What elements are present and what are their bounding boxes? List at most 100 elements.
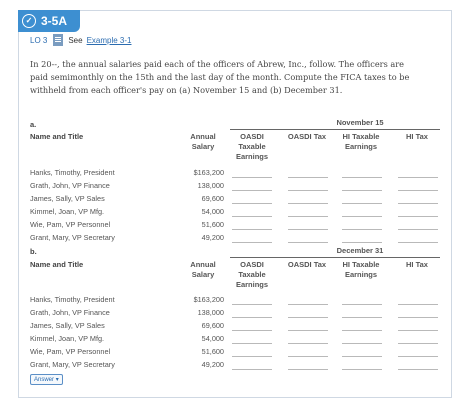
oasdi-tax-input[interactable] bbox=[288, 190, 328, 191]
problem-id: 3-5A bbox=[41, 14, 68, 28]
answer-button[interactable]: Answer ▾ bbox=[30, 374, 63, 385]
part-b-col-hi-earnings: HI Taxable Earnings bbox=[342, 260, 380, 279]
annual-salary: 69,600 bbox=[201, 194, 224, 203]
hi-tax-input[interactable] bbox=[398, 177, 438, 178]
lo-label: LO 3 bbox=[30, 35, 48, 45]
part-a-annual-header: Annual Salary bbox=[190, 132, 216, 151]
oasdi-tax-input[interactable] bbox=[288, 242, 328, 243]
hi-earnings-input[interactable] bbox=[342, 343, 382, 344]
part-b-date-rule bbox=[230, 257, 440, 258]
document-icon bbox=[53, 34, 64, 46]
hi-earnings-input[interactable] bbox=[342, 317, 382, 318]
oasdi-earnings-input[interactable] bbox=[232, 343, 272, 344]
problem-intro: In 20--, the annual salaries paid each o… bbox=[30, 59, 410, 95]
annual-salary: 51,600 bbox=[201, 347, 224, 356]
annual-salary: 49,200 bbox=[201, 360, 224, 369]
part-a-col-oasdi-tax: OASDI Tax bbox=[287, 132, 327, 141]
annual-salary: 138,000 bbox=[197, 181, 224, 190]
oasdi-earnings-input[interactable] bbox=[232, 203, 272, 204]
officer-name: Kimmel, Joan, VP Mfg. bbox=[30, 334, 105, 343]
part-b-label: b. bbox=[30, 247, 37, 256]
hi-tax-input[interactable] bbox=[398, 229, 438, 230]
oasdi-tax-input[interactable] bbox=[288, 343, 328, 344]
officer-name: Hanks, Timothy, President bbox=[30, 168, 115, 177]
officer-name: James, Sally, VP Sales bbox=[30, 194, 105, 203]
part-a-date: November 15 bbox=[336, 118, 384, 127]
hi-earnings-input[interactable] bbox=[342, 356, 382, 357]
oasdi-tax-input[interactable] bbox=[288, 330, 328, 331]
annual-salary: $163,200 bbox=[193, 295, 224, 304]
part-a-name-header: Name and Title bbox=[30, 132, 84, 141]
part-a-col-hi-earnings: HI Taxable Earnings bbox=[342, 132, 380, 151]
officer-name: Grath, John, VP Finance bbox=[30, 181, 110, 190]
officer-name: Wie, Pam, VP Personnel bbox=[30, 220, 111, 229]
oasdi-earnings-input[interactable] bbox=[232, 317, 272, 318]
hi-tax-input[interactable] bbox=[398, 190, 438, 191]
hi-tax-input[interactable] bbox=[398, 216, 438, 217]
oasdi-earnings-input[interactable] bbox=[232, 229, 272, 230]
oasdi-tax-input[interactable] bbox=[288, 229, 328, 230]
oasdi-tax-input[interactable] bbox=[288, 177, 328, 178]
chevron-down-icon: ▾ bbox=[55, 377, 59, 383]
annual-salary: 138,000 bbox=[197, 308, 224, 317]
oasdi-tax-input[interactable] bbox=[288, 203, 328, 204]
part-b-date: December 31 bbox=[336, 246, 384, 255]
hi-earnings-input[interactable] bbox=[342, 369, 382, 370]
problem-badge: ✓ 3-5A bbox=[18, 10, 80, 32]
oasdi-earnings-input[interactable] bbox=[232, 356, 272, 357]
annual-salary: 51,600 bbox=[201, 220, 224, 229]
answer-label: Answer bbox=[34, 377, 55, 383]
annual-salary: 49,200 bbox=[201, 233, 224, 242]
oasdi-earnings-input[interactable] bbox=[232, 369, 272, 370]
officer-name: James, Sally, VP Sales bbox=[30, 321, 105, 330]
officer-name: Grant, Mary, VP Secretary bbox=[30, 360, 115, 369]
hi-tax-input[interactable] bbox=[398, 304, 438, 305]
oasdi-earnings-input[interactable] bbox=[232, 304, 272, 305]
hi-earnings-input[interactable] bbox=[342, 229, 382, 230]
hi-tax-input[interactable] bbox=[398, 330, 438, 331]
hi-earnings-input[interactable] bbox=[342, 330, 382, 331]
annual-salary: $163,200 bbox=[193, 168, 224, 177]
hi-tax-input[interactable] bbox=[398, 343, 438, 344]
example-link[interactable]: Example 3-1 bbox=[87, 36, 132, 45]
part-b-col-oasdi-earnings: OASDI Taxable Earnings bbox=[235, 260, 269, 289]
annual-salary: 69,600 bbox=[201, 321, 224, 330]
officer-name: Grant, Mary, VP Secretary bbox=[30, 233, 115, 242]
oasdi-earnings-input[interactable] bbox=[232, 242, 272, 243]
officer-name: Grath, John, VP Finance bbox=[30, 308, 110, 317]
annual-salary: 54,000 bbox=[201, 334, 224, 343]
hi-earnings-input[interactable] bbox=[342, 203, 382, 204]
part-b-annual-header: Annual Salary bbox=[190, 260, 216, 279]
hi-earnings-input[interactable] bbox=[342, 242, 382, 243]
hi-earnings-input[interactable] bbox=[342, 190, 382, 191]
part-b-col-hi-tax: HI Tax bbox=[406, 260, 428, 269]
oasdi-earnings-input[interactable] bbox=[232, 190, 272, 191]
oasdi-tax-input[interactable] bbox=[288, 369, 328, 370]
hi-tax-input[interactable] bbox=[398, 203, 438, 204]
part-b-col-oasdi-tax: OASDI Tax bbox=[287, 260, 327, 269]
hi-earnings-input[interactable] bbox=[342, 177, 382, 178]
oasdi-tax-input[interactable] bbox=[288, 317, 328, 318]
oasdi-earnings-input[interactable] bbox=[232, 330, 272, 331]
oasdi-tax-input[interactable] bbox=[288, 356, 328, 357]
part-b-name-header: Name and Title bbox=[30, 260, 84, 269]
hi-earnings-input[interactable] bbox=[342, 216, 382, 217]
part-a-date-rule bbox=[230, 129, 440, 130]
hi-tax-input[interactable] bbox=[398, 317, 438, 318]
oasdi-earnings-input[interactable] bbox=[232, 216, 272, 217]
part-a-col-oasdi-earnings: OASDI Taxable Earnings bbox=[235, 132, 269, 161]
check-circle-icon: ✓ bbox=[22, 14, 36, 28]
part-a-label: a. bbox=[30, 120, 37, 129]
hi-tax-input[interactable] bbox=[398, 369, 438, 370]
hi-earnings-input[interactable] bbox=[342, 304, 382, 305]
oasdi-earnings-input[interactable] bbox=[232, 177, 272, 178]
annual-salary: 54,000 bbox=[201, 207, 224, 216]
part-a-col-hi-tax: HI Tax bbox=[406, 132, 428, 141]
officer-name: Kimmel, Joan, VP Mfg. bbox=[30, 207, 105, 216]
see-label: See bbox=[68, 35, 83, 45]
hi-tax-input[interactable] bbox=[398, 242, 438, 243]
officer-name: Wie, Pam, VP Personnel bbox=[30, 347, 111, 356]
hi-tax-input[interactable] bbox=[398, 356, 438, 357]
oasdi-tax-input[interactable] bbox=[288, 216, 328, 217]
oasdi-tax-input[interactable] bbox=[288, 304, 328, 305]
